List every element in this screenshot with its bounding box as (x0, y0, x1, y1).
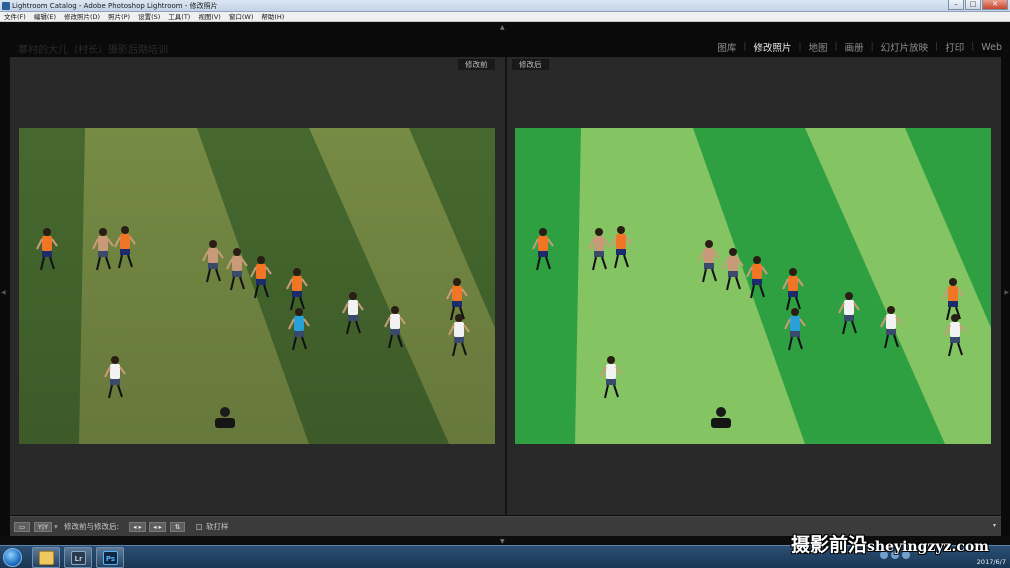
compare-view: 修改前 修改后 (10, 57, 1001, 515)
toolbar-menu-icon[interactable]: ▾ (993, 522, 996, 529)
window-title: Lightroom Catalog - Adobe Photoshop Ligh… (12, 2, 218, 10)
menu-view[interactable]: 视图(V) (198, 12, 221, 21)
module-web[interactable]: Web (981, 42, 1002, 53)
close-button[interactable]: ✕ (982, 0, 1008, 10)
window-title-bar: Lightroom Catalog - Adobe Photoshop Ligh… (0, 0, 1010, 12)
before-label: 修改前 (458, 59, 495, 70)
menu-bar: 文件(F) 编辑(E) 修改照片(D) 照片(P) 设置(S) 工具(T) 视图… (0, 12, 1010, 22)
bottom-panel-toggle-icon[interactable]: ▼ (500, 538, 505, 545)
menu-photo[interactable]: 照片(P) (108, 12, 130, 21)
photoshop-icon: Ps (103, 551, 118, 565)
menu-tools[interactable]: 工具(T) (168, 12, 190, 21)
watermark-domain: sheyingzyz.com (867, 539, 989, 555)
before-after-view-button[interactable]: Y|Y (34, 522, 52, 532)
menu-settings[interactable]: 设置(S) (138, 12, 160, 21)
before-photo-image (19, 128, 495, 444)
right-panel-toggle-icon[interactable]: ▶ (1004, 289, 1009, 296)
copy-before-settings-button[interactable]: ◂ ▸ (129, 522, 146, 532)
left-panel-strip[interactable]: ◀ (0, 57, 9, 537)
before-photo[interactable] (19, 128, 495, 444)
soft-proofing-checkbox[interactable] (196, 524, 202, 530)
module-print[interactable]: 打印 (945, 40, 964, 54)
menu-develop[interactable]: 修改照片(D) (64, 12, 100, 21)
window-controls: – □ ✕ (948, 0, 1008, 10)
module-map[interactable]: 地图 (809, 40, 828, 54)
menu-edit[interactable]: 编辑(E) (34, 12, 56, 21)
loupe-view-icon[interactable]: ▭ (14, 522, 30, 532)
watermark: 摄影前沿sheyingzyz.com (791, 530, 989, 557)
menu-file[interactable]: 文件(F) (4, 12, 26, 21)
soft-proofing-label: 软打样 (206, 522, 229, 531)
module-book[interactable]: 画册 (845, 40, 864, 54)
swap-settings-button[interactable]: ⇅ (170, 522, 185, 532)
module-separator: | (743, 42, 747, 52)
menu-help[interactable]: 帮助(H) (261, 12, 284, 21)
module-library[interactable]: 图库 (717, 40, 736, 54)
module-develop[interactable]: 修改照片 (753, 40, 791, 54)
watermark-text: 摄影前沿 (791, 534, 868, 556)
menu-window[interactable]: 窗口(W) (229, 12, 254, 21)
after-photo[interactable] (515, 128, 991, 444)
folder-icon (39, 551, 54, 565)
before-after-label: 修改前与修改后: (64, 522, 120, 531)
minimize-button[interactable]: – (948, 0, 964, 10)
start-button-icon[interactable] (3, 548, 22, 567)
module-separator: | (834, 42, 838, 52)
right-panel-strip[interactable]: ▶ (1001, 57, 1010, 537)
compare-divider (505, 57, 507, 515)
module-separator: | (935, 42, 939, 52)
top-panel-toggle-icon[interactable]: ▲ (500, 24, 505, 31)
module-separator: | (971, 42, 975, 52)
maximize-button[interactable]: □ (965, 0, 981, 10)
module-picker: 图库 | 修改照片 | 地图 | 画册 | 幻灯片放映 | 打印 | Web (717, 40, 1002, 55)
copy-after-settings-button[interactable]: ◂ ▸ (149, 522, 166, 532)
module-separator: | (798, 42, 802, 52)
module-slideshow[interactable]: 幻灯片放映 (881, 40, 929, 54)
module-separator: | (870, 42, 874, 52)
taskbar-lightroom-button[interactable]: Lr (64, 547, 92, 568)
lightroom-icon: Lr (71, 551, 86, 565)
clock-date[interactable]: 2017/6/7 (977, 558, 1006, 566)
identity-plate: 寨村的大儿（村长）摄影后期培训 (18, 45, 168, 56)
taskbar-folder-button[interactable] (32, 547, 60, 568)
after-label: 修改后 (512, 59, 549, 70)
after-photo-image (515, 128, 991, 444)
lightroom-app-icon (2, 2, 10, 10)
taskbar-photoshop-button[interactable]: Ps (96, 547, 124, 568)
left-panel-toggle-icon[interactable]: ◀ (1, 289, 6, 296)
view-mode-dropdown-icon[interactable]: ▾ (54, 522, 58, 532)
